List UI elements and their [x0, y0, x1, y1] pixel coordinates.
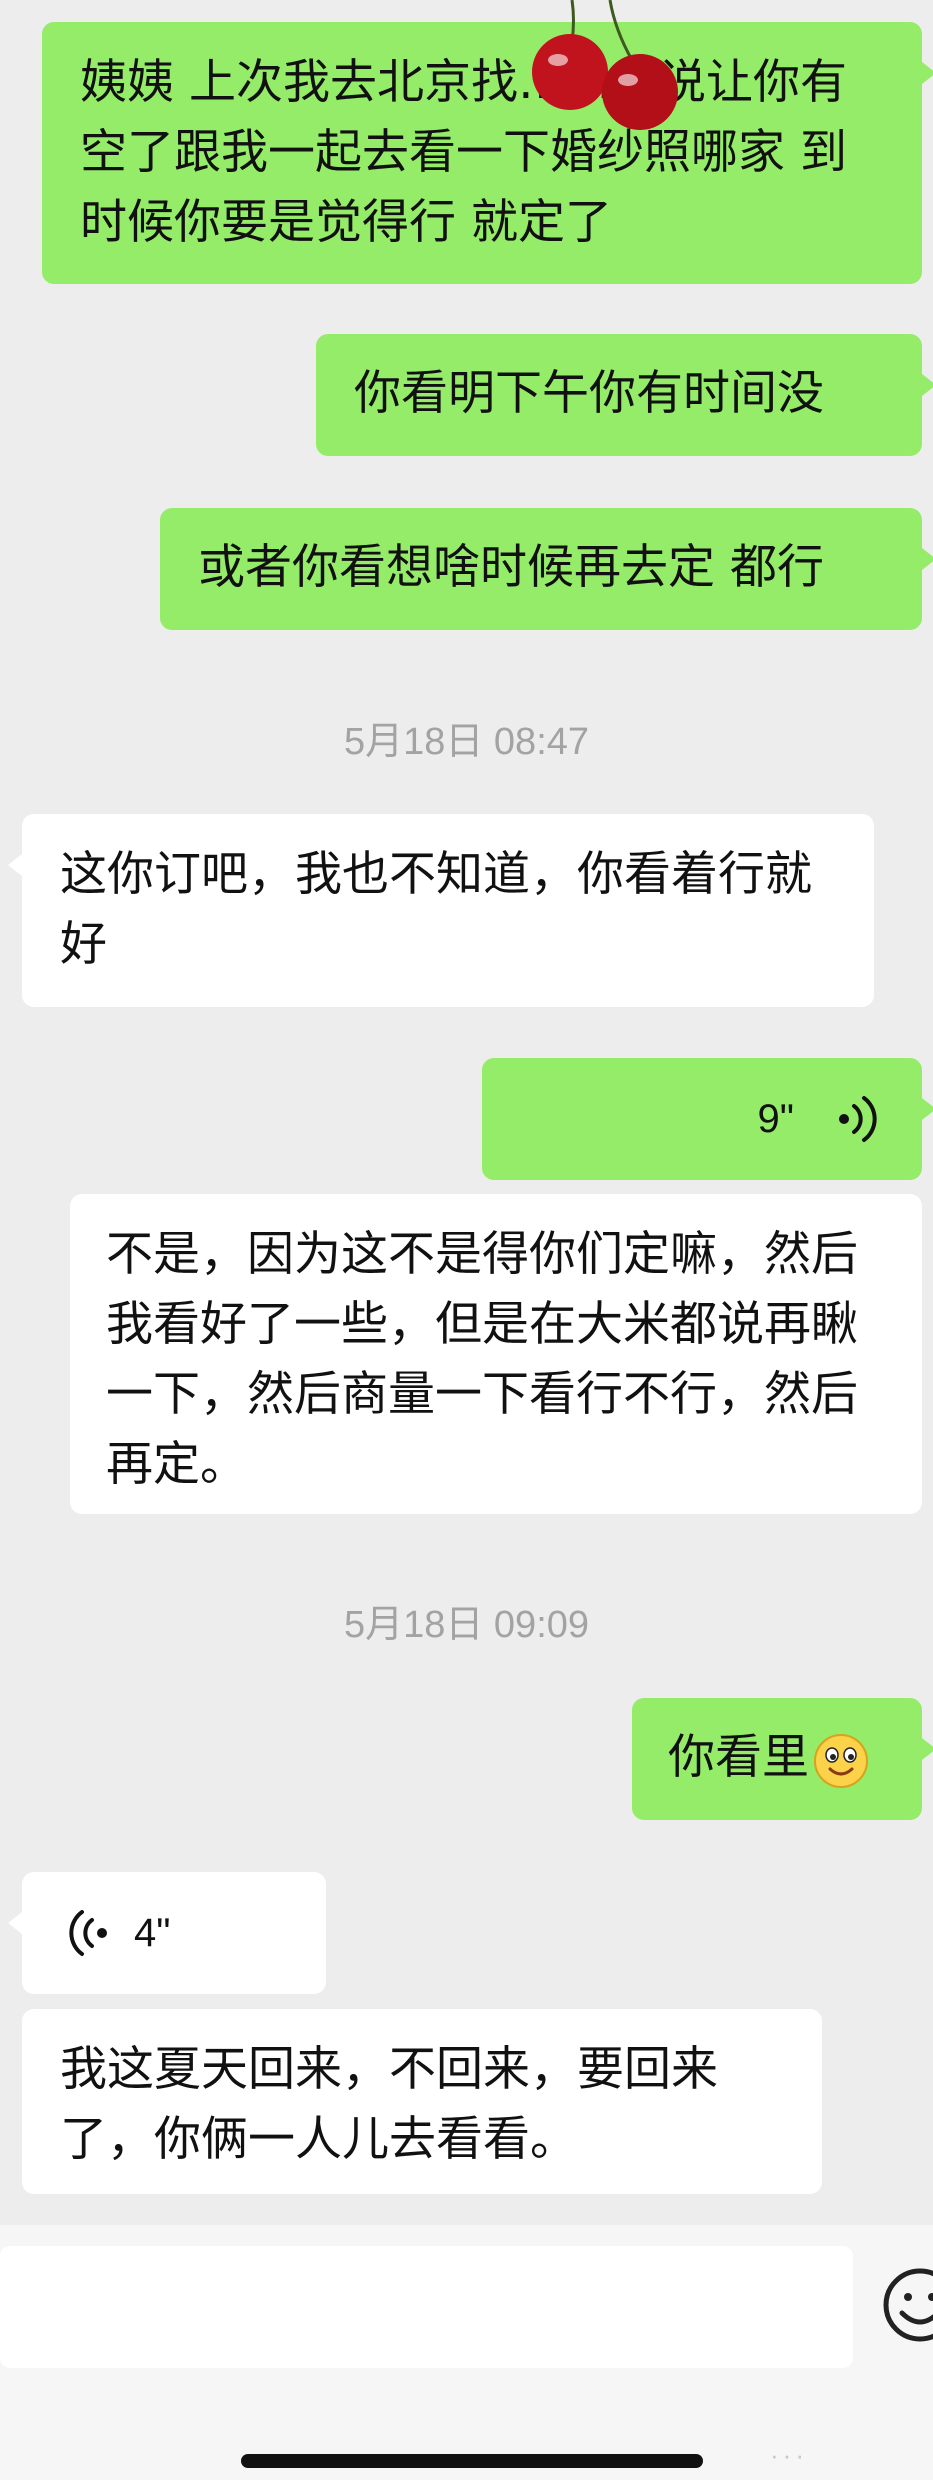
watermark: ···	[770, 2440, 808, 2470]
voice-message-sent[interactable]: 9"	[482, 1058, 933, 1180]
message-bubble-sent[interactable]: 姨姨 上次我去北京找……他说让你有空了跟我一起去看一下婚纱照哪家 到时候你要是觉…	[42, 22, 933, 284]
smiley-face-icon	[814, 1733, 868, 1788]
transcript-text: 不是，因为这不是得你们定嘛，然后我看好了一些，但是在大米都说再瞅一下，然后商量一…	[106, 1227, 858, 1492]
timestamp: 5月18日 08:47	[343, 721, 590, 763]
message-bubble-sent[interactable]: 你看里	[632, 1698, 933, 1820]
message-bubble-sent[interactable]: 你看明下午你有时间没	[316, 334, 933, 456]
message-bubble-sent[interactable]: 或者你看想啥时候再去定 都行	[160, 508, 933, 630]
cherries-sticker	[532, 0, 678, 130]
transcript-text: 我这夏天回来，不回来，要回来了，你俩一人儿去看看。	[60, 2042, 718, 2167]
message-bubble-received[interactable]: 这你订吧，我也不知道，你看着行就好	[8, 814, 874, 1007]
voice-wave-icon	[69, 1910, 107, 1956]
voice-transcript[interactable]: 我这夏天回来，不回来，要回来了，你俩一人儿去看看。	[22, 2009, 822, 2194]
voice-wave-icon	[839, 1096, 877, 1142]
voice-message-received[interactable]: 4"	[8, 1872, 326, 1994]
voice-transcript[interactable]: 不是，因为这不是得你们定嘛，然后我看好了一些，但是在大米都说再瞅一下，然后商量一…	[70, 1194, 922, 1514]
home-indicator[interactable]	[241, 2454, 703, 2468]
message-text: 你看明下午你有时间没	[354, 366, 824, 421]
message-text: 或者你看想啥时候再去定 都行	[198, 540, 824, 595]
voice-duration: 4"	[134, 1911, 171, 1955]
message-text: 你看里	[668, 1730, 809, 1785]
message-text: 姨姨 上次我去北京找……他说让你有空了跟我一起去看一下婚纱照哪家 到时候你要是觉…	[80, 55, 847, 250]
voice-duration: 9"	[757, 1097, 794, 1141]
message-input[interactable]	[0, 2246, 853, 2368]
message-text: 这你订吧，我也不知道，你看着行就好	[60, 847, 812, 972]
chat-area[interactable]: 姨姨 上次我去北京找……他说让你有空了跟我一起去看一下婚纱照哪家 到时候你要是觉…	[0, 0, 933, 2225]
emoji-face-icon[interactable]	[880, 2265, 933, 2345]
timestamp: 5月18日 09:09	[343, 1604, 590, 1646]
